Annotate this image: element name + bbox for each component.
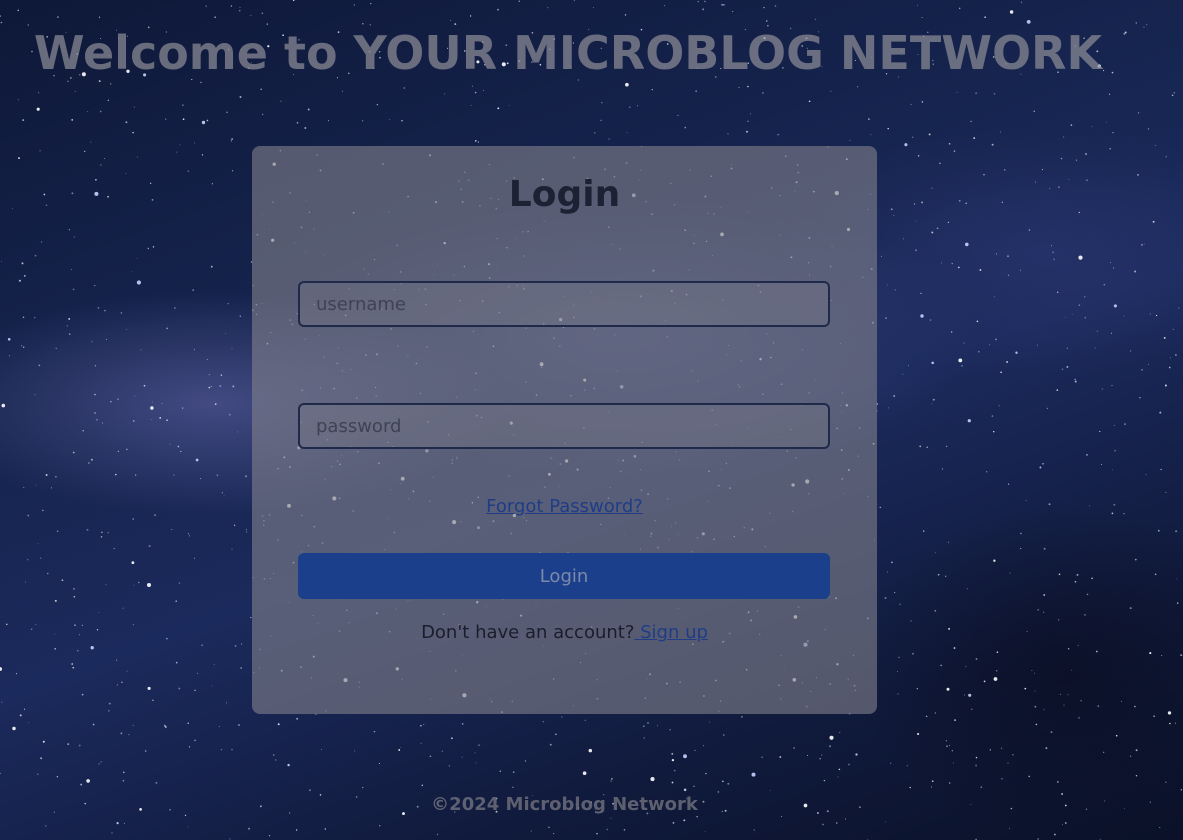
signup-row: Don't have an account? Sign up: [0, 622, 1129, 643]
signup-prompt: Don't have an account?: [421, 622, 635, 643]
welcome-heading: Welcome to YOUR MICROBLOG NETWORK: [33, 26, 1103, 80]
login-button[interactable]: Login: [298, 553, 830, 599]
username-input[interactable]: [298, 281, 830, 327]
forgot-password-link[interactable]: Forgot Password?: [0, 496, 1129, 517]
login-title: Login: [508, 174, 621, 215]
password-input[interactable]: [298, 403, 830, 449]
signup-link[interactable]: Sign up: [634, 622, 708, 643]
footer-copyright: ©2024 Microblog Network: [431, 794, 698, 815]
